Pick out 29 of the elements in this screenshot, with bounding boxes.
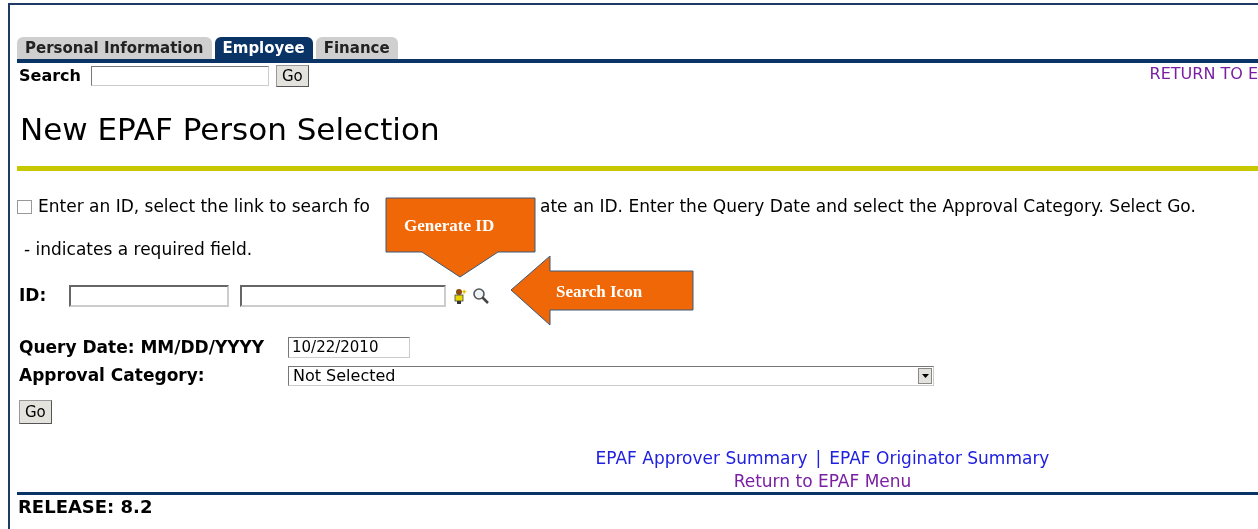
person-icon[interactable] <box>452 287 468 304</box>
release-label: RELEASE: 8.2 <box>17 496 154 518</box>
search-label: Search <box>19 65 81 87</box>
approval-category-dropdown[interactable]: Not Selected <box>288 365 934 386</box>
id-field[interactable] <box>240 284 446 307</box>
tab[interactable]: Employee <box>214 37 313 59</box>
approval-category-label: Approval Category: <box>18 363 206 387</box>
page-title: New EPAF Person Selection <box>19 111 441 147</box>
query-date-label: Query Date: MM/DD/YYYY <box>18 335 266 359</box>
link-separator: | <box>815 448 822 468</box>
checkbox[interactable] <box>17 200 32 214</box>
query-date-field[interactable]: 10/22/2010 <box>288 337 410 358</box>
required-note: - indicates a required field. <box>24 239 253 259</box>
search-field[interactable] <box>90 66 269 86</box>
instruction-text: Enter an ID, select the link to search fo <box>38 195 370 219</box>
id-field[interactable] <box>69 284 229 307</box>
search-icon[interactable] <box>472 287 490 304</box>
go-button[interactable]: Go <box>275 65 309 87</box>
approver-summary-link[interactable]: EPAF Approver Summary <box>595 448 808 468</box>
originator-summary-link[interactable]: EPAF Originator Summary <box>829 448 1050 468</box>
id-label: ID: <box>18 283 48 307</box>
return-menu-link[interactable]: Return to EPAF Menu <box>733 471 912 491</box>
callout-label: Generate ID <box>404 215 495 237</box>
tab[interactable]: Personal Information <box>17 37 212 59</box>
instruction-text: ate an ID. Enter the Query Date and select the Approval Category. Select Go. <box>539 195 1196 219</box>
return-link[interactable]: RETURN TO E <box>1149 62 1258 86</box>
go-button[interactable]: Go <box>19 399 52 424</box>
tab[interactable]: Finance <box>315 37 398 59</box>
callout-label: Search Icon <box>556 281 643 303</box>
